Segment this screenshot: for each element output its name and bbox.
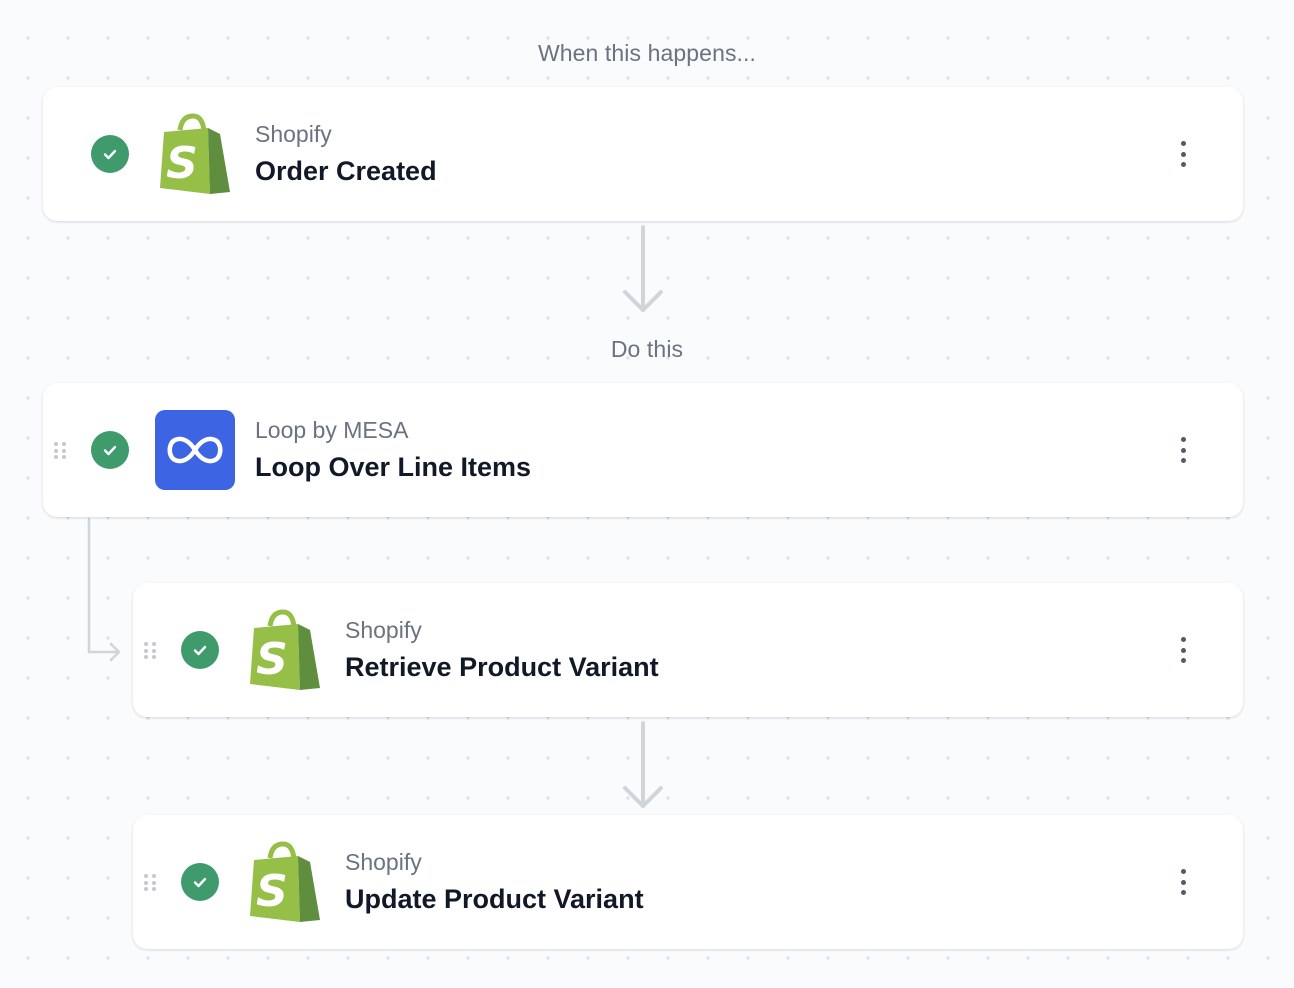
drag-handle-icon[interactable] [54, 442, 66, 460]
shopify-bag-icon: S [248, 608, 322, 697]
action-name: Retrieve Product Variant [345, 652, 659, 682]
step-card-order-created[interactable]: S Shopify Order Created [43, 87, 1243, 221]
more-options-icon[interactable] [1173, 633, 1193, 667]
action-section-label: Do this [610, 336, 684, 362]
check-icon [181, 863, 219, 901]
step-card-retrieve-product-variant[interactable]: S Shopify Retrieve Product Variant [133, 583, 1243, 717]
trigger-section-label: When this happens... [537, 40, 757, 66]
infinity-loop-icon [155, 410, 235, 490]
loop-branch-connector [87, 517, 120, 654]
drag-handle-icon[interactable] [144, 642, 156, 660]
svg-text:S: S [256, 634, 288, 685]
more-options-icon[interactable] [1173, 865, 1193, 899]
check-icon [91, 135, 129, 173]
shopify-bag-icon: S [158, 112, 232, 201]
step-card-update-product-variant[interactable]: S Shopify Update Product Variant [133, 815, 1243, 949]
app-name: Loop by MESA [255, 417, 409, 443]
check-icon [91, 431, 129, 469]
app-name: Shopify [345, 849, 422, 875]
more-options-icon[interactable] [1173, 433, 1193, 467]
app-name: Shopify [345, 617, 422, 643]
svg-text:S: S [166, 138, 198, 189]
check-icon [181, 631, 219, 669]
step-card-loop-over-line-items[interactable]: Loop by MESA Loop Over Line Items [43, 383, 1243, 517]
action-name: Loop Over Line Items [255, 452, 532, 482]
svg-text:S: S [256, 866, 288, 917]
more-options-icon[interactable] [1173, 137, 1193, 171]
drag-handle-icon[interactable] [144, 874, 156, 892]
action-name: Update Product Variant [345, 884, 644, 914]
app-name: Shopify [255, 121, 332, 147]
shopify-bag-icon: S [248, 840, 322, 929]
action-name: Order Created [255, 156, 437, 186]
